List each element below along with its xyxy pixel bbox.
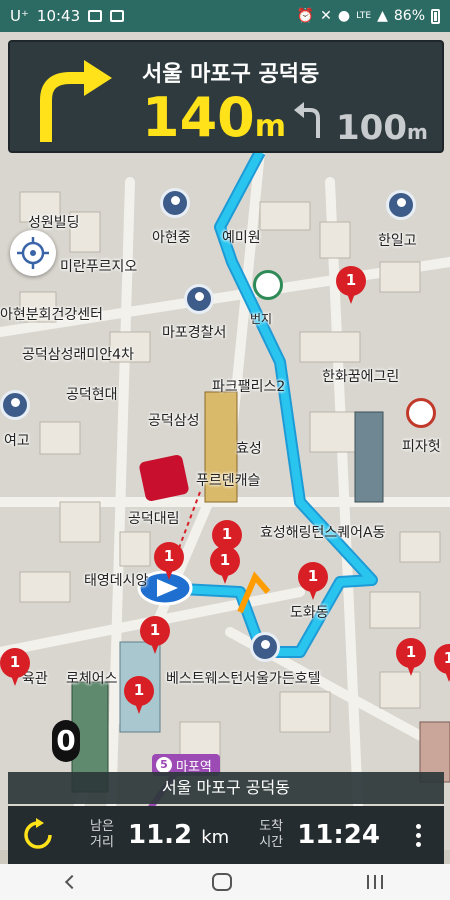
event-pin[interactable]: 1 [336, 266, 366, 306]
next-turn-distance: 100m [336, 108, 428, 148]
poi-marker-icon[interactable] [0, 390, 30, 420]
trip-info-bar[interactable]: 남은 거리 11.2 km 도착 시간 11:24 [8, 806, 444, 864]
map-label: 공덕현대 [66, 387, 118, 403]
status-bar: U⁺ 10:43 ⏰ ✕ ● LTE ▲ 86% [0, 0, 450, 32]
poi-marker-icon[interactable] [184, 284, 214, 314]
app-notification-icon [110, 10, 125, 22]
gas-station-icon[interactable] [253, 270, 283, 300]
map-label: 아현중 [152, 230, 191, 246]
map-label: 한일고 [378, 233, 417, 249]
current-road-address: 서울 마포구 공덕동 [8, 772, 444, 804]
pizza-hut-icon[interactable] [406, 398, 436, 428]
home-icon[interactable] [211, 873, 232, 891]
event-pin[interactable]: 1 [124, 676, 154, 716]
subway-line-badge: 5 [156, 757, 172, 773]
map-label: 여고 [4, 433, 30, 449]
poi-marker-icon[interactable] [386, 190, 416, 220]
lane-speed-badge: 0 [52, 720, 80, 762]
map-label: 로체어스 [66, 671, 118, 687]
signal-icon: ▲ [377, 8, 388, 24]
guidance-address: 서울 마포구 공덕동 [142, 62, 320, 87]
map-label: 도화동 [290, 605, 329, 621]
map-label: 푸르덴캐슬 [196, 473, 261, 489]
event-pin[interactable]: 1 [434, 644, 450, 684]
map-label: 아현분회건강센터 [0, 307, 104, 323]
map-label: 베스트웨스턴서울가든호텔 [166, 671, 321, 687]
turn-distance: 140m [142, 86, 286, 149]
hotel-marker-icon[interactable] [250, 632, 280, 662]
recenter-location-button[interactable] [10, 230, 56, 276]
arrival-time-label: 도착 시간 [259, 819, 284, 850]
event-pin[interactable]: 1 [154, 542, 184, 582]
poi-marker-icon[interactable] [160, 188, 190, 218]
map-label: 공덕삼성 [148, 413, 200, 429]
map-label: 파크팰리스2 [212, 379, 286, 395]
carrier-label: U⁺ [10, 7, 29, 25]
map-label: 예미원 [222, 230, 261, 246]
event-pin[interactable]: 1 [396, 638, 426, 678]
battery-percent: 86% [393, 8, 425, 24]
map-label: 효성해링턴스퀘어A동 [260, 525, 386, 541]
crosshair-icon [17, 237, 49, 269]
reroute-icon[interactable] [20, 817, 56, 853]
back-icon[interactable] [65, 874, 80, 890]
map-label: 피자헛 [402, 439, 441, 455]
more-options-icon[interactable] [416, 823, 422, 847]
map-label: 태영데시앙 [84, 573, 149, 589]
event-pin[interactable]: 1 [0, 648, 30, 688]
system-nav-bar [0, 864, 450, 900]
alarm-icon: ⏰ [296, 8, 315, 24]
map-label: 한화꿈에그린 [322, 369, 400, 385]
turn-guidance-panel[interactable]: 서울 마포구 공덕동 140m 100m [8, 40, 444, 153]
event-pin[interactable]: 1 [298, 562, 328, 602]
turn-right-arrow-icon [40, 60, 112, 142]
road [105, 177, 135, 850]
remaining-distance-label: 남은 거리 [90, 819, 114, 850]
map-label: 번지 [250, 312, 273, 326]
clock: 10:43 [36, 7, 81, 25]
location-icon: ● [337, 8, 351, 24]
map-label: 미란푸르지오 [60, 259, 138, 275]
gallery-notification-icon [88, 10, 103, 22]
turn-left-arrow-icon [294, 102, 320, 138]
tower-building [354, 411, 384, 503]
network-label: LTE [356, 11, 372, 21]
remaining-distance-value: 11.2 km [128, 820, 230, 850]
event-pin[interactable]: 1 [210, 546, 240, 586]
map-label: 공덕삼성래미안4차 [22, 347, 134, 363]
event-pin[interactable]: 1 [140, 616, 170, 656]
map-label: 성원빌딩 [28, 215, 80, 231]
recent-apps-icon[interactable] [366, 875, 383, 889]
map-label: 효성 [236, 441, 262, 457]
map-label: 공덕대림 [128, 511, 180, 527]
arrival-time-value: 11:24 [297, 820, 380, 850]
map-label: 마포경찰서 [162, 325, 227, 341]
mute-icon: ✕ [320, 8, 332, 24]
battery-icon [431, 8, 440, 24]
